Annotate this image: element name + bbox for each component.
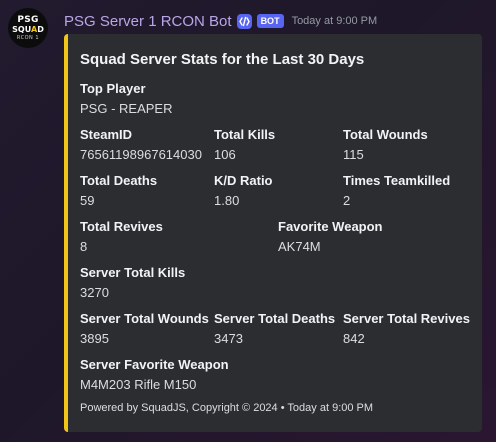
field-server-favorite-weapon: Server Favorite Weapon M4M203 Rifle M150 bbox=[80, 356, 229, 394]
field-name: Server Total Kills bbox=[80, 265, 186, 280]
field-value: 2 bbox=[343, 193, 351, 208]
field-total-wounds: Total Wounds 115 bbox=[343, 126, 428, 164]
field-value: 106 bbox=[214, 147, 236, 162]
field-name: Total Revives bbox=[80, 219, 163, 234]
field-value: PSG - REAPER bbox=[80, 101, 173, 116]
field-name: Server Total Revives bbox=[343, 311, 470, 326]
field-name: SteamID bbox=[80, 127, 133, 142]
field-server-total-deaths: Server Total Deaths 3473 bbox=[214, 310, 335, 348]
field-kd-ratio: K/D Ratio 1.80 bbox=[214, 172, 273, 210]
field-server-total-revives: Server Total Revives 842 bbox=[343, 310, 470, 348]
field-value: AK74M bbox=[278, 239, 321, 254]
embed-footer: Powered by SquadJS, Copyright © 2024 • T… bbox=[80, 402, 374, 414]
field-value: 3270 bbox=[80, 285, 109, 300]
field-name: Server Total Deaths bbox=[214, 311, 336, 326]
field-name: Times Teamkilled bbox=[343, 173, 451, 188]
field-name: K/D Ratio bbox=[214, 173, 273, 188]
field-server-total-kills: Server Total Kills 3270 bbox=[80, 264, 185, 302]
field-total-deaths: Total Deaths 59 bbox=[80, 172, 157, 210]
field-name: Top Player bbox=[80, 81, 146, 96]
field-name: Server Total Wounds bbox=[80, 311, 209, 326]
field-favorite-weapon: Favorite Weapon AK74M bbox=[278, 218, 383, 256]
avatar-text-line1: PSG bbox=[17, 14, 39, 25]
field-name: Favorite Weapon bbox=[278, 219, 383, 234]
username[interactable]: PSG Server 1 RCON Bot bbox=[64, 13, 232, 30]
field-server-total-wounds: Server Total Wounds 3895 bbox=[80, 310, 209, 348]
field-top-player: Top Player PSG - REAPER bbox=[80, 80, 172, 118]
app-command-icon[interactable] bbox=[236, 13, 252, 29]
field-value: M4M203 Rifle M150 bbox=[80, 377, 197, 392]
field-steamid: SteamID 76561198967614030 bbox=[80, 126, 202, 164]
field-name: Total Kills bbox=[214, 127, 276, 142]
field-name: Server Favorite Weapon bbox=[80, 357, 229, 372]
avatar[interactable]: PSG SQUAD RCON 1 bbox=[8, 8, 48, 48]
field-value: 1.80 bbox=[214, 193, 240, 208]
message-timestamp: Today at 9:00 PM bbox=[291, 15, 378, 27]
message-header: PSG Server 1 RCON Bot BOT Today at 9:00 … bbox=[64, 11, 377, 31]
stats-embed: Squad Server Stats for the Last 30 Days … bbox=[64, 34, 482, 432]
field-value: 3473 bbox=[214, 331, 243, 346]
field-total-revives: Total Revives 8 bbox=[80, 218, 163, 256]
field-value: 115 bbox=[343, 147, 364, 162]
bot-badge: BOT bbox=[256, 14, 284, 28]
field-value: 8 bbox=[80, 239, 88, 254]
field-value: 59 bbox=[80, 193, 95, 208]
embed-title: Squad Server Stats for the Last 30 Days bbox=[80, 51, 365, 68]
field-value: 842 bbox=[343, 331, 365, 346]
field-times-teamkilled: Times Teamkilled 2 bbox=[343, 172, 450, 210]
avatar-text-line2: SQUAD bbox=[12, 24, 44, 34]
field-value: 3895 bbox=[80, 331, 109, 346]
chat-message: PSG SQUAD RCON 1 PSG Server 1 RCON Bot B… bbox=[0, 0, 496, 442]
field-name: Total Deaths bbox=[80, 173, 158, 188]
field-total-kills: Total Kills 106 bbox=[214, 126, 275, 164]
field-name: Total Wounds bbox=[343, 127, 428, 142]
field-value: 76561198967614030 bbox=[80, 147, 202, 162]
avatar-text-line3: RCON 1 bbox=[16, 34, 40, 41]
